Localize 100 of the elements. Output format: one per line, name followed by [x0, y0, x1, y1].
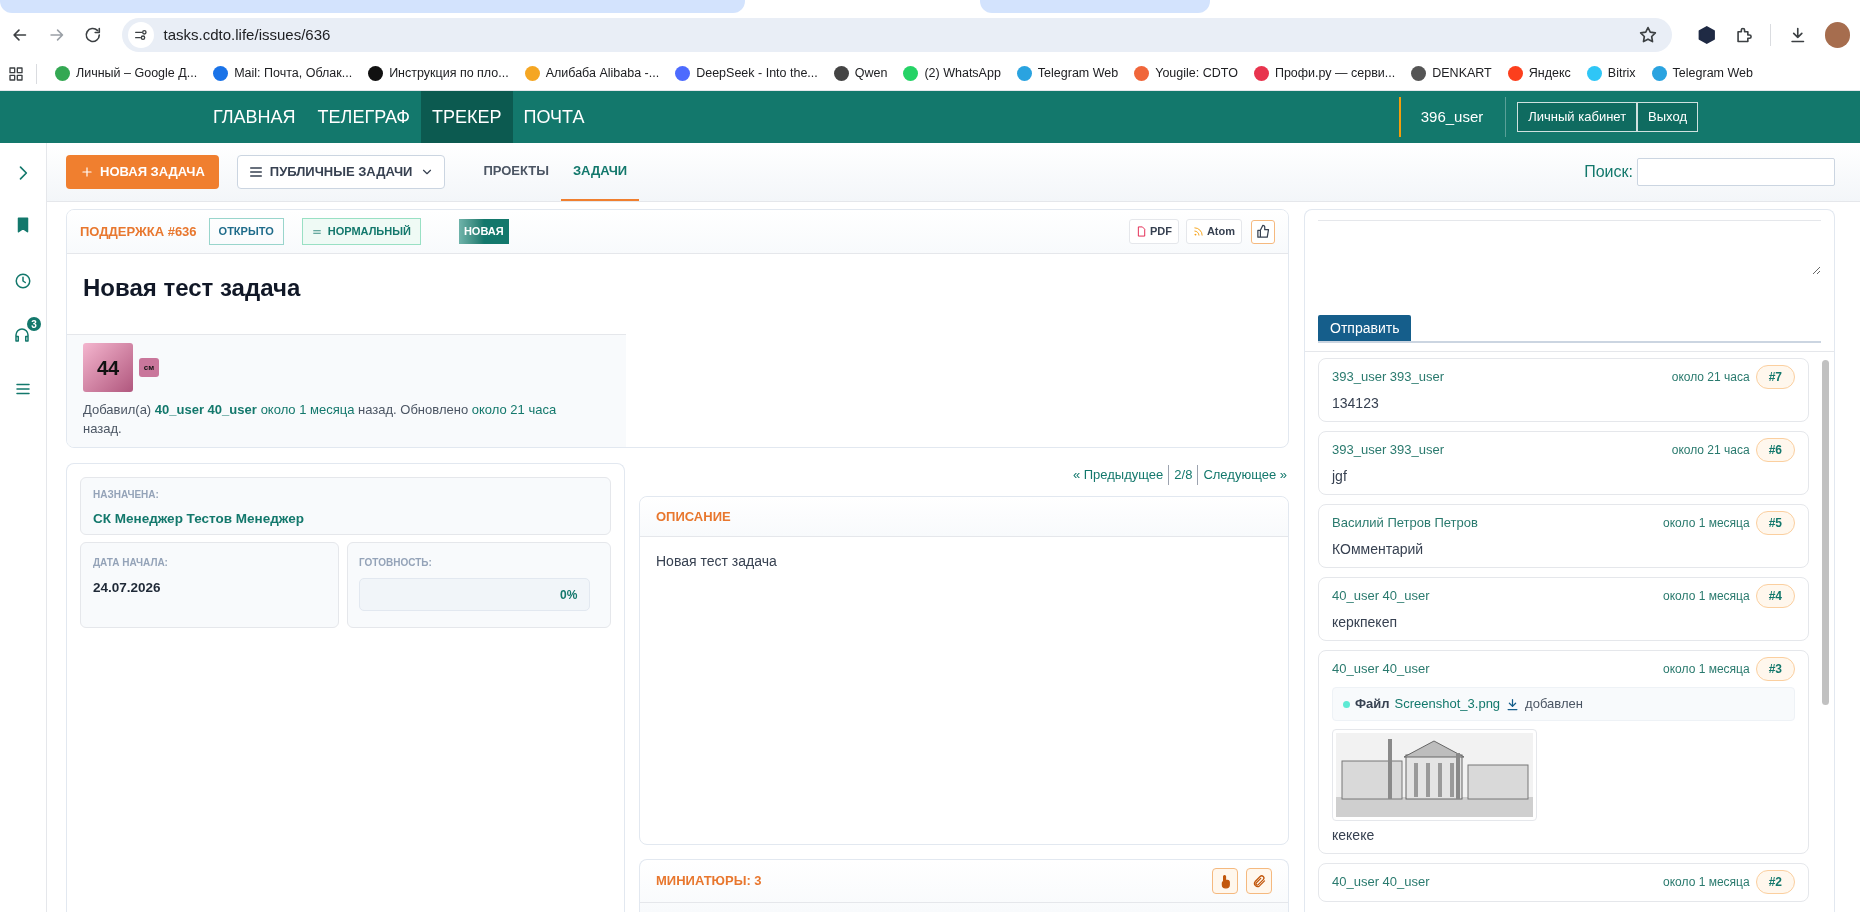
bookmark[interactable]: Telegram Web: [1643, 59, 1761, 88]
comment-time: около 1 месяца: [1663, 661, 1750, 678]
comment-number: #4: [1755, 584, 1795, 608]
bookmark[interactable]: DENKART: [1403, 59, 1500, 88]
bookmark[interactable]: Yougile: CDTO: [1126, 59, 1246, 88]
url-text: tasks.cdto.life/issues/636: [163, 24, 331, 45]
nav-button[interactable]: Выход: [1637, 102, 1698, 132]
comment-author[interactable]: 40_user 40_user: [1332, 872, 1430, 892]
comment-number: #7: [1755, 365, 1795, 389]
comment-time: около 21 часа: [1671, 442, 1750, 459]
comment-author[interactable]: 40_user 40_user: [1332, 586, 1430, 606]
apps-grid-icon[interactable]: [8, 65, 24, 82]
comment-number: #6: [1755, 438, 1795, 462]
field-label: ДАТА НАЧАЛА:: [93, 556, 169, 570]
bookmark[interactable]: Telegram Web: [1008, 59, 1127, 88]
thumbs-up-icon: [1255, 224, 1271, 239]
next-link[interactable]: Следующее »: [1203, 465, 1287, 485]
tracker-label: ПОДДЕРЖКА #636: [80, 222, 197, 241]
status-badge: ОТКРЫТО: [208, 218, 284, 245]
file-link[interactable]: Screenshot_3.png: [1394, 694, 1501, 714]
comment-author[interactable]: 40_user 40_user: [1332, 659, 1430, 679]
download-icon[interactable]: [1505, 696, 1521, 712]
nav-link[interactable]: ПОЧТА: [512, 91, 596, 143]
bookmark[interactable]: Qwen: [825, 59, 896, 88]
comment-time: около 1 месяца: [1663, 515, 1750, 532]
file-label: Файл: [1355, 695, 1390, 714]
state-badge: НОВАЯ: [458, 219, 509, 244]
bookmark[interactable]: Mail: Почта, Облак...: [205, 59, 361, 88]
scrollbar-thumb[interactable]: [1822, 360, 1829, 705]
section-title: ОПИСАНИЕ: [656, 507, 731, 526]
search-field[interactable]: [1637, 158, 1835, 186]
bookmark[interactable]: Личный – Google Д...: [47, 59, 206, 88]
profile-avatar[interactable]: [1824, 22, 1850, 48]
previous-link[interactable]: « Предыдущее: [1072, 465, 1164, 485]
comment-text: jgf: [1332, 467, 1348, 486]
comment-time: около 1 месяца: [1663, 874, 1750, 891]
export-link[interactable]: PDF: [1128, 219, 1179, 244]
progress-reading: 0%: [560, 586, 578, 604]
rss-icon: [1192, 226, 1204, 237]
attach-button[interactable]: [1246, 868, 1272, 894]
assignee-link[interactable]: СК Менеджер Тестов Менеджер: [93, 509, 598, 530]
time-link[interactable]: около 1 месяца: [260, 402, 355, 417]
send-button[interactable]: Отправить: [1318, 315, 1412, 341]
time-link[interactable]: около 21 часа: [471, 402, 557, 417]
comment-author[interactable]: Василий Петров Петров: [1332, 513, 1478, 533]
comment-time: около 21 часа: [1671, 369, 1750, 386]
avatar-badge: см: [139, 358, 159, 377]
avatar: 44: [83, 343, 133, 392]
user-link[interactable]: 40_user 40_user: [154, 402, 257, 417]
priority-badge: НОРМАЛЬНЫЙ: [301, 218, 421, 245]
search-label: Поиск:: [1584, 162, 1633, 182]
comment-number: #5: [1755, 511, 1795, 535]
description-text: Новая тест задача: [655, 552, 778, 571]
site-info-icon[interactable]: [132, 27, 149, 43]
filter-dropdown[interactable]: ПУБЛИЧНЫЕ ЗАДАЧИ: [236, 155, 446, 189]
start-date: 24.07.2026: [93, 579, 162, 597]
export-link[interactable]: Atom: [1185, 219, 1242, 244]
comment-author[interactable]: 393_user 393_user: [1332, 367, 1445, 387]
notification-badge: 3: [27, 317, 41, 331]
comment-author[interactable]: 393_user 393_user: [1332, 440, 1445, 460]
comment-number: #2: [1755, 870, 1795, 894]
upload-button[interactable]: [1212, 868, 1238, 894]
clock-icon[interactable]: [14, 272, 32, 290]
menu-icon: [247, 164, 264, 180]
comment-time: около 1 месяца: [1663, 588, 1750, 605]
field-label: НАЗНАЧЕНА:: [93, 488, 160, 502]
issue-title: Новая тест задача: [82, 273, 302, 303]
headset-icon[interactable]: [13, 326, 31, 344]
plus-icon: [80, 165, 94, 179]
file-status: добавлен: [1525, 695, 1583, 714]
bookmark[interactable]: (2) WhatsApp: [895, 59, 1009, 88]
bookmark[interactable]: Яндекс: [1499, 59, 1579, 88]
bookmark[interactable]: Инструкция по пло...: [360, 59, 517, 88]
tab[interactable]: ЗАДАЧИ: [560, 143, 640, 201]
nav-button[interactable]: Личный кабинет: [1517, 102, 1638, 132]
comment-number: #3: [1755, 657, 1795, 681]
nav-link[interactable]: ГЛАВНАЯ: [202, 91, 307, 143]
page-position: 2/8: [1168, 465, 1199, 485]
bookmark[interactable]: Bitrix: [1578, 59, 1644, 88]
file-icon: [1135, 226, 1147, 237]
reload-icon[interactable]: [83, 25, 103, 45]
comment-text: КОмментарий: [1332, 540, 1425, 559]
hexagon-icon[interactable]: [1697, 25, 1717, 45]
bookmark[interactable]: Профи.ру — серви...: [1245, 59, 1404, 88]
comment-text: кекеке: [1332, 826, 1376, 845]
comment-text: 134123: [1332, 394, 1380, 413]
tab[interactable]: ПРОЕКТЫ: [471, 143, 561, 201]
star-icon[interactable]: [1638, 25, 1658, 45]
username: 396_user: [1420, 106, 1484, 127]
nav-link[interactable]: ТРЕКЕР: [421, 91, 513, 143]
section-title: МИНИАТЮРЫ: 3: [656, 872, 762, 891]
field-label: ГОТОВНОСТЬ:: [359, 556, 433, 570]
address-bar[interactable]: tasks.cdto.life/issues/636: [121, 18, 1672, 52]
bookmark[interactable]: Алибаба Alibaba -...: [516, 59, 668, 88]
like-button[interactable]: [1251, 219, 1275, 244]
paperclip-icon: [1251, 873, 1267, 889]
comment-text: керкпекеп: [1332, 613, 1398, 632]
nav-link[interactable]: ТЕЛЕГРАФ: [306, 91, 422, 143]
bookmark[interactable]: DeepSeek - Into the...: [667, 59, 826, 88]
author-line: Добавил(а) 40_user 40_user около 1 месяца назад. Обновлено около 21 часа назад.: [83, 401, 558, 438]
